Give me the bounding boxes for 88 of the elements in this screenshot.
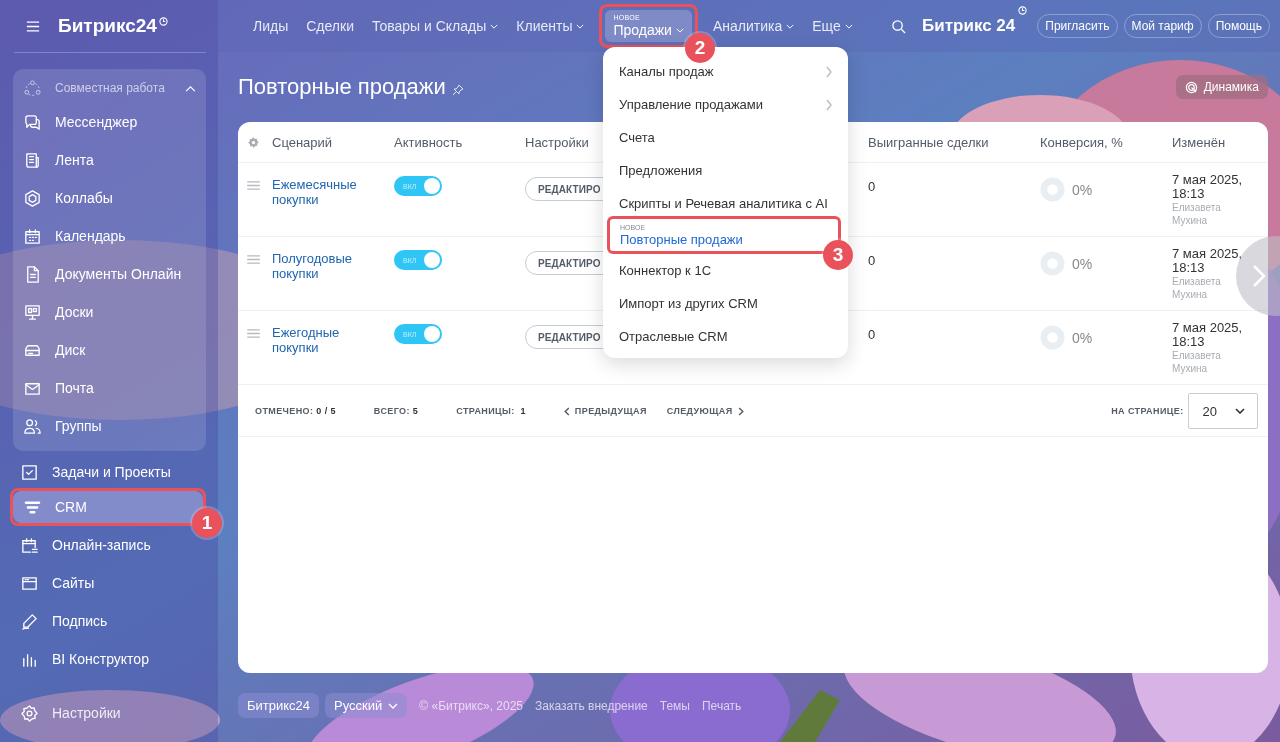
- calendar-list-icon: [20, 535, 39, 555]
- dynamics-button[interactable]: Динамика: [1175, 75, 1268, 99]
- sidebar-item[interactable]: Доски: [13, 293, 206, 331]
- selected-count: ОТМЕЧЕНО: 0 / 5: [255, 406, 336, 416]
- footer-link[interactable]: Темы: [659, 698, 690, 713]
- nav-tab[interactable]: Еще: [805, 11, 860, 41]
- footer-logo[interactable]: Битрикс24: [238, 693, 320, 718]
- column-header[interactable]: Сценарий: [272, 134, 333, 150]
- calendar-icon: [23, 226, 42, 246]
- column-header[interactable]: Конверсия, %: [1040, 134, 1123, 150]
- chat-icon: [23, 112, 42, 132]
- nav-tab[interactable]: Сделки: [299, 11, 361, 41]
- hexagon-icon: [23, 188, 42, 208]
- people-icon: [23, 416, 42, 436]
- group-header[interactable]: Совместная работа: [13, 73, 206, 103]
- page-title: Повторные продажи: [238, 74, 446, 100]
- sidebar-item[interactable]: Мессенджер: [13, 103, 206, 141]
- column-header[interactable]: Изменён: [1172, 134, 1226, 150]
- caret-icon: [1235, 408, 1245, 414]
- drag-handle-icon[interactable]: [247, 181, 260, 190]
- sidebar-item[interactable]: Онлайн-запись: [10, 526, 190, 564]
- footer-link[interactable]: Печать: [702, 698, 742, 713]
- sidebar-item[interactable]: Календарь: [13, 217, 206, 255]
- language-select[interactable]: Русский: [325, 693, 408, 718]
- newspaper-icon: [23, 150, 42, 170]
- sidebar-item[interactable]: CRM: [13, 491, 203, 523]
- table-cell: 0%: [1072, 255, 1093, 272]
- menu-item[interactable]: Счета: [603, 121, 671, 154]
- table-cell: 0: [868, 253, 876, 268]
- column-header[interactable]: Настройки: [525, 134, 589, 150]
- table-cell: 0: [868, 179, 876, 194]
- footer-link[interactable]: Заказать внедрение: [535, 698, 648, 713]
- table-cell: 0: [868, 327, 876, 342]
- logo[interactable]: Битрикс24: [58, 15, 157, 37]
- sidebar-item[interactable]: Документы Онлайн: [13, 255, 206, 293]
- settings-icon[interactable]: [247, 135, 260, 149]
- sidebar-item[interactable]: Диск: [13, 331, 206, 369]
- caret-icon: [388, 702, 399, 709]
- sidebar-item[interactable]: Сайты: [10, 564, 190, 602]
- board-icon: [23, 302, 42, 322]
- checkbox-icon: [20, 462, 39, 482]
- chevron-left-icon: [563, 406, 570, 416]
- date-text: 7 мая 2025, 18:13: [1172, 321, 1244, 349]
- column-header[interactable]: Выигранные сделки: [868, 134, 989, 150]
- per-page-label: НА СТРАНИЦЕ:: [1111, 406, 1184, 416]
- target-icon: [1184, 80, 1198, 94]
- nav-tab[interactable]: Клиенты: [509, 11, 592, 41]
- settings-icon: [20, 703, 39, 723]
- total-count: ВСЕГО: 5: [373, 406, 419, 416]
- next-link[interactable]: СЛЕДУЮЩАЯ: [666, 406, 744, 416]
- brand-logo[interactable]: Битрикс 24: [922, 16, 1016, 36]
- date-text: 7 мая 2025, 18:13: [1172, 173, 1244, 201]
- share-icon: [23, 78, 42, 98]
- page-count: СТРАНИЦЫ: 1: [456, 406, 526, 416]
- author-name: Елизавета Мухина: [1172, 275, 1222, 301]
- scenario-link[interactable]: Полугодовые покупки: [272, 251, 372, 281]
- search-icon[interactable]: [891, 18, 907, 34]
- sidebar-item[interactable]: Группы: [13, 407, 206, 445]
- column-header[interactable]: Активность: [394, 134, 463, 150]
- nav-tab[interactable]: Товары и Склады: [364, 11, 506, 41]
- table-cell: 0%: [1072, 329, 1093, 346]
- menu-item[interactable]: Управление продажами: [603, 88, 848, 121]
- menu-item[interactable]: Импорт из других CRM: [603, 287, 774, 320]
- scenario-link[interactable]: Ежегодные покупки: [272, 325, 372, 355]
- sidebar-item[interactable]: Коллабы: [13, 179, 206, 217]
- drag-handle-icon[interactable]: [247, 329, 260, 338]
- nav-tab[interactable]: Лиды: [246, 11, 296, 41]
- chevron-right-icon: [737, 406, 744, 416]
- drag-handle-icon[interactable]: [247, 255, 260, 264]
- previous-link[interactable]: ПРЕДЫДУЩАЯ: [563, 406, 647, 416]
- table-cell: 0%: [1072, 181, 1093, 198]
- clock-icon: [1018, 6, 1028, 15]
- sidebar-item[interactable]: Задачи и Проекты: [10, 453, 190, 491]
- author-name: Елизавета Мухина: [1172, 349, 1222, 375]
- author-name: Елизавета Мухина: [1172, 201, 1222, 227]
- sidebar-item[interactable]: Почта: [13, 369, 206, 407]
- sidebar-item[interactable]: Лента: [13, 141, 206, 179]
- chevron-icon: [185, 84, 196, 92]
- scenario-link[interactable]: Ежемесячные покупки: [272, 177, 372, 207]
- per-page-select[interactable]: 20: [1187, 393, 1258, 429]
- clock-icon: [158, 17, 168, 26]
- pen-icon: [20, 611, 39, 631]
- pin-icon[interactable]: [451, 84, 464, 96]
- sidebar-item[interactable]: BI Конструктор: [10, 640, 190, 678]
- sidebar-item[interactable]: Подпись: [10, 602, 190, 640]
- menu-icon[interactable]: [26, 20, 40, 32]
- date-text: 7 мая 2025, 18:13: [1172, 247, 1244, 275]
- copyright-text: © «Битрикс», 2025: [419, 698, 524, 713]
